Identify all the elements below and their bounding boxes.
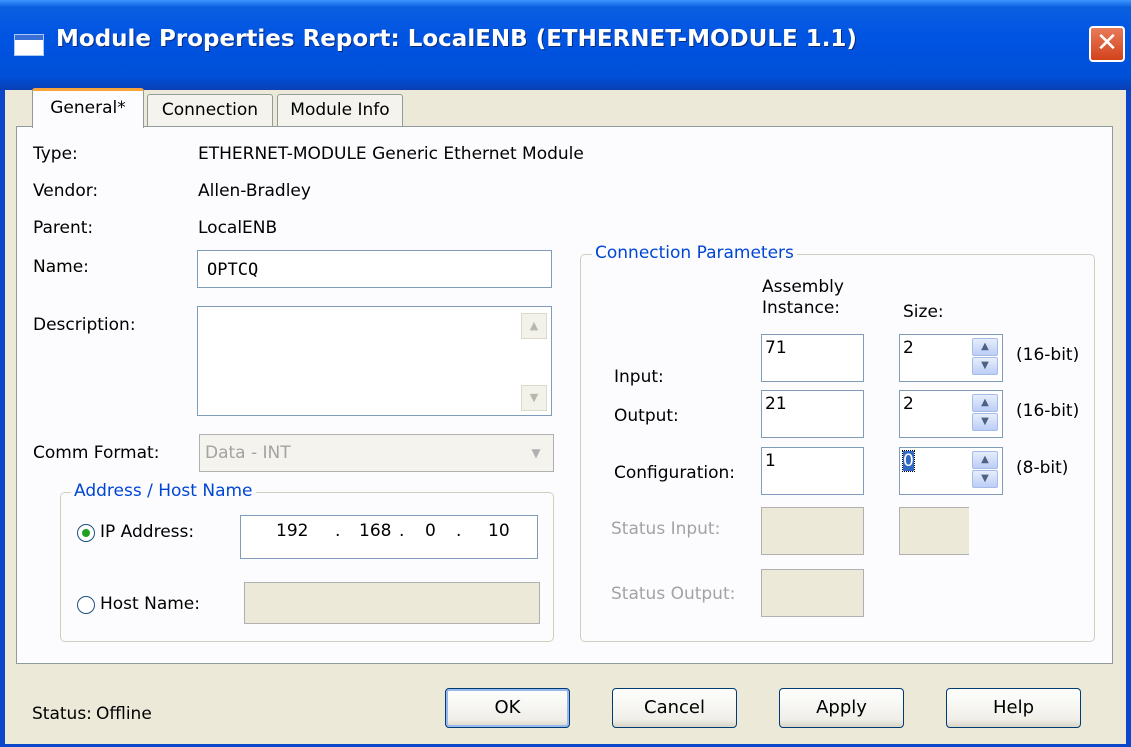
input-instance-field[interactable]: 71 [761, 334, 864, 382]
type-label: Type: [33, 144, 78, 164]
configuration-size-value: 0 [902, 450, 915, 472]
address-group-title: Address / Host Name [71, 481, 256, 501]
parent-value: LocalENB [198, 218, 278, 238]
configuration-unit: (8-bit) [1016, 458, 1069, 478]
name-label: Name: [33, 257, 89, 277]
spin-up-icon[interactable]: ▲ [972, 451, 998, 469]
assembly-header-line2: Instance: [762, 298, 841, 318]
close-icon: ✕ [1096, 28, 1118, 58]
name-field-value: OPTCQ [207, 260, 259, 280]
vendor-label: Vendor: [33, 181, 99, 201]
comm-format-value: Data - INT [205, 443, 291, 463]
description-label: Description: [33, 315, 136, 335]
status-label: Status: [32, 704, 92, 724]
tab-connection[interactable]: Connection [147, 94, 273, 126]
status-input-label: Status Input: [611, 519, 721, 539]
configuration-instance-value: 1 [765, 451, 776, 471]
window-frame-right [1126, 90, 1131, 747]
tab-module-info[interactable]: Module Info [277, 94, 403, 126]
output-label: Output: [614, 406, 679, 426]
host-name-label: Host Name: [100, 594, 200, 614]
input-size-value: 2 [903, 338, 914, 358]
input-instance-value: 71 [765, 338, 787, 358]
configuration-size-field[interactable]: 0 ▲ ▼ [899, 447, 1003, 495]
output-instance-value: 21 [765, 394, 787, 414]
output-instance-field[interactable]: 21 [761, 390, 864, 438]
vendor-value: Allen-Bradley [198, 181, 311, 201]
input-unit: (16-bit) [1016, 345, 1080, 365]
spin-down-icon[interactable]: ▼ [972, 470, 998, 488]
output-size-value: 2 [903, 394, 914, 414]
description-textarea[interactable]: ▲ ▼ [197, 306, 552, 416]
status-input-instance-field[interactable] [761, 507, 864, 555]
host-name-field[interactable] [244, 582, 540, 624]
input-size-field[interactable]: 2 ▲ ▼ [899, 334, 1003, 382]
spin-up-icon[interactable]: ▲ [972, 394, 998, 412]
status-value: Offline [96, 704, 152, 724]
ip-octet-2: 168 [359, 521, 392, 541]
window-icon [14, 34, 44, 56]
ip-dot-3: . [456, 521, 462, 541]
input-label: Input: [614, 367, 664, 387]
description-scrollbar[interactable]: ▲ ▼ [521, 313, 547, 411]
comm-format-select[interactable]: Data - INT ▼ [199, 434, 554, 472]
ip-address-radio[interactable] [77, 524, 95, 542]
size-header: Size: [903, 302, 944, 322]
connection-parameters-title: Connection Parameters [592, 243, 797, 263]
window-title: Module Properties Report: LocalENB (ETHE… [56, 26, 857, 52]
configuration-instance-field[interactable]: 1 [761, 447, 864, 495]
status-output-label: Status Output: [611, 584, 736, 604]
configuration-size-spinner[interactable]: ▲ ▼ [972, 451, 998, 489]
ip-dot-2: . [399, 521, 405, 541]
ip-octet-3: 0 [425, 521, 436, 541]
ip-dot-1: . [335, 521, 341, 541]
status-input-size-field[interactable] [899, 507, 969, 555]
output-unit: (16-bit) [1016, 401, 1080, 421]
close-button[interactable]: ✕ [1089, 26, 1125, 62]
scroll-down-icon[interactable]: ▼ [521, 385, 547, 411]
ok-button[interactable]: OK [445, 688, 570, 728]
spin-down-icon[interactable]: ▼ [972, 413, 998, 431]
output-size-field[interactable]: 2 ▲ ▼ [899, 390, 1003, 438]
scroll-up-icon[interactable]: ▲ [521, 313, 547, 339]
ip-address-label: IP Address: [100, 522, 195, 542]
host-name-radio[interactable] [77, 596, 95, 614]
ip-address-field[interactable]: 192 . 168 . 0 . 10 [240, 515, 538, 559]
parent-label: Parent: [33, 218, 94, 238]
type-value: ETHERNET-MODULE Generic Ethernet Module [198, 144, 584, 164]
assembly-header-line1: Assembly [762, 277, 844, 297]
input-size-spinner[interactable]: ▲ ▼ [972, 338, 998, 376]
name-field[interactable]: OPTCQ [197, 250, 552, 288]
configuration-label: Configuration: [614, 463, 736, 483]
window-frame-left [0, 90, 5, 747]
ip-octet-1: 192 [276, 521, 309, 541]
tab-general[interactable]: General* [32, 88, 144, 128]
cancel-button[interactable]: Cancel [612, 688, 737, 728]
chevron-down-icon[interactable]: ▼ [525, 442, 547, 464]
ip-octet-4: 10 [488, 521, 510, 541]
comm-format-label: Comm Format: [33, 443, 160, 463]
apply-button[interactable]: Apply [779, 688, 904, 728]
output-size-spinner[interactable]: ▲ ▼ [972, 394, 998, 432]
spin-down-icon[interactable]: ▼ [972, 357, 998, 375]
spin-up-icon[interactable]: ▲ [972, 338, 998, 356]
status-output-instance-field[interactable] [761, 569, 864, 617]
help-button[interactable]: Help [946, 688, 1081, 728]
